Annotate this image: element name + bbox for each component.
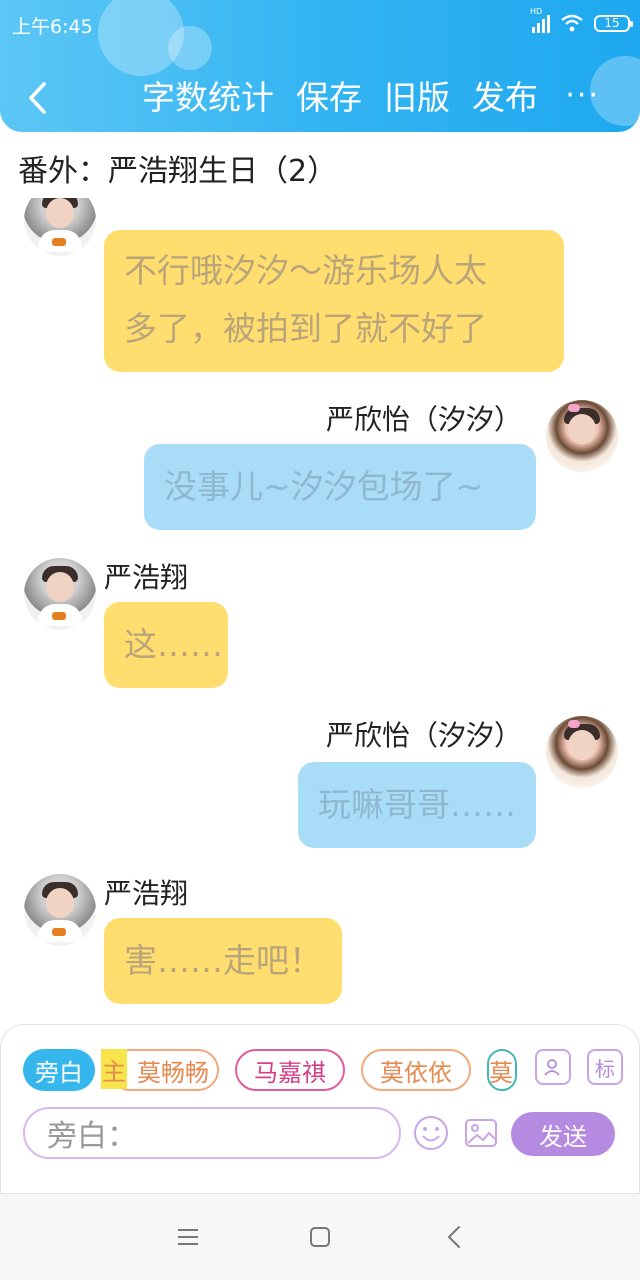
network-type: HD [530,7,543,16]
more-options-button[interactable]: ··· [565,76,600,116]
sender-name: 严浩翔 [104,877,189,910]
tag-button[interactable]: 标 [587,1049,623,1085]
message-bubble[interactable]: 不行哦汐汐～游乐场人太 多了，被拍到了就不好了 [104,230,564,372]
avatar[interactable] [24,198,96,256]
app-header: 上午6:45 HD 15 字数统计 保存 旧版 发布 ··· [0,0,640,132]
avatar[interactable] [546,400,618,472]
old-version-button[interactable]: 旧版 [384,76,450,120]
word-count-button[interactable]: 字数统计 [142,76,274,120]
back-button[interactable] [18,76,58,120]
chat-area[interactable]: 不行哦汐汐～游乐场人太 多了，被拍到了就不好了 严欣怡（汐汐） 没事儿~汐汐包场… [0,198,640,1024]
role-manager-button[interactable] [535,1049,571,1085]
back-triangle-icon [448,1226,460,1248]
status-icons: HD 15 [530,7,633,36]
sender-name: 严欣怡（汐汐） [325,719,522,752]
message-bubble[interactable]: 这…… [104,602,228,688]
message-input[interactable]: 旁白： [23,1107,401,1159]
highlight-marker: 主 [101,1049,127,1089]
menu-icon [178,1229,198,1245]
message-text-line: 不行哦汐汐～游乐场人太 [124,251,487,290]
status-time: 上午6:45 [12,16,93,38]
avatar[interactable] [24,874,96,946]
menu-button[interactable] [168,1220,208,1254]
wifi-icon [561,14,583,32]
message-bubble[interactable]: 没事儿~汐汐包场了~ [144,444,536,530]
chevron-left-icon [29,82,46,114]
back-nav-button[interactable] [434,1220,474,1254]
system-nav-bar [0,1194,640,1280]
sender-name: 严欣怡（汐汐） [325,403,522,436]
home-button[interactable] [300,1220,340,1254]
emoji-icon [414,1116,448,1150]
image-icon [465,1119,497,1147]
decor-bubble [168,26,212,70]
message-bubble[interactable]: 玩嘛哥哥…… [298,762,536,848]
emoji-button[interactable] [413,1115,449,1151]
avatar[interactable] [24,558,96,630]
toolbar: 字数统计 保存 旧版 发布 ··· [0,70,640,128]
publish-button[interactable]: 发布 [472,76,538,120]
chapter-title: 番外：严浩翔生日（2） [18,154,338,189]
home-square-icon [310,1227,330,1247]
save-button[interactable]: 保存 [296,76,362,120]
message-bubble[interactable]: 害……走吧！ [104,918,342,1004]
person-card-icon [544,1059,560,1076]
avatar[interactable] [546,716,618,788]
chip-character[interactable]: 马嘉祺 [235,1049,345,1091]
chip-character[interactable]: 莫 [487,1049,517,1091]
signal-icon: HD [530,7,550,33]
input-panel: 旁白 莫畅畅 主 马嘉祺 莫依依 莫 标 旁白： 发送 [0,1024,640,1194]
sender-name: 严浩翔 [104,561,189,594]
chip-narration[interactable]: 旁白 [23,1049,95,1091]
message-text-line: 多了，被拍到了就不好了 [124,309,487,348]
battery-icon: 15 [594,14,633,32]
send-button[interactable]: 发送 [511,1112,615,1156]
image-button[interactable] [463,1115,499,1151]
chip-character[interactable]: 莫依依 [361,1049,471,1091]
